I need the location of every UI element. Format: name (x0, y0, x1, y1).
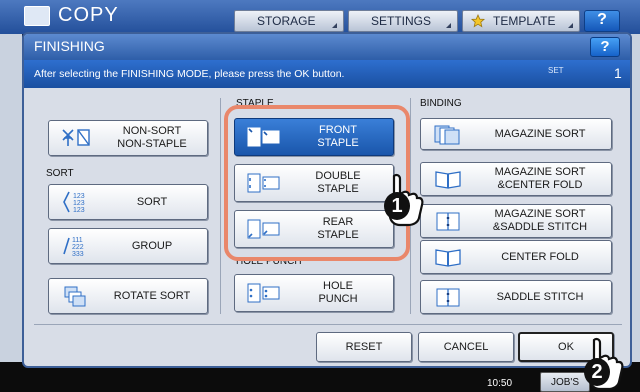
hole-punch-button[interactable]: HOLE PUNCH (234, 274, 394, 312)
help-button-background[interactable]: ? (584, 10, 620, 32)
group-button[interactable]: 111 222 333 GROUP (48, 228, 208, 264)
rotate-sort-label: ROTATE SORT (113, 289, 191, 302)
non-sort-icon (62, 129, 90, 146)
magazine-sort-button[interactable]: MAGAZINE SORT (420, 118, 612, 150)
section-binding: BINDING (420, 98, 462, 109)
saddle-stitch-label: SADDLE STITCH (496, 290, 584, 303)
instruction-message: After selecting the FINISHING MODE, plea… (34, 68, 345, 80)
pointing-hand-callout-1: 1 (382, 172, 424, 228)
rotate-sort-icon (64, 286, 86, 307)
cancel-button[interactable]: CANCEL (418, 332, 514, 362)
book-icon (435, 171, 461, 189)
double-staple-button[interactable]: DOUBLE STAPLE (234, 164, 394, 202)
svg-text:123: 123 (73, 207, 85, 214)
reset-button[interactable]: RESET (316, 332, 412, 362)
center-fold-label: CENTER FOLD (501, 250, 579, 263)
saddle-stitch-button[interactable]: SADDLE STITCH (420, 280, 612, 314)
magazine-sort-label: MAGAZINE SORT (494, 127, 586, 140)
hole-punch-label: HOLE PUNCH (318, 280, 358, 305)
background-left-edge (0, 34, 22, 392)
cancel-label: CANCEL (443, 340, 489, 353)
center-fold-button[interactable]: CENTER FOLD (420, 240, 612, 274)
star-icon (471, 14, 485, 28)
svg-text:333: 333 (72, 251, 84, 258)
section-sort: SORT (46, 168, 74, 179)
center-fold-icon (435, 249, 461, 267)
rear-staple-icon (247, 219, 280, 239)
step-2-badge: 2 (584, 358, 610, 386)
svg-text:222: 222 (72, 244, 84, 251)
dialog-title: FINISHING (34, 38, 105, 54)
copy-icon (24, 6, 50, 26)
svg-text:111: 111 (72, 237, 83, 244)
double-staple-label: DOUBLE STAPLE (315, 170, 361, 195)
tab-template[interactable]: TEMPLATE (462, 10, 580, 32)
dialog-header: FINISHING ? (24, 34, 630, 60)
set-number: 1 (614, 65, 622, 81)
group-icon: 111222333 (63, 237, 84, 258)
saddle-stitch-icon (436, 288, 460, 307)
sort-button[interactable]: 123 123 123 SORT (48, 184, 208, 220)
rear-staple-label: REAR STAPLE (317, 216, 359, 241)
magazine-sort-saddle-stitch-label: MAGAZINE SORT &SADDLE STITCH (492, 208, 588, 233)
rotate-sort-button[interactable]: ROTATE SORT (48, 278, 208, 314)
non-sort-non-staple-button[interactable]: NON-SORT NON-STAPLE (48, 120, 208, 156)
copy-title: COPY (58, 4, 119, 26)
front-staple-button[interactable]: FRONT STAPLE (234, 118, 394, 156)
magazine-sort-icon (434, 125, 460, 145)
tab-storage[interactable]: STORAGE (234, 10, 344, 32)
sort-label: SORT (136, 195, 168, 208)
set-label: SET (548, 66, 564, 75)
rear-staple-button[interactable]: REAR STAPLE (234, 210, 394, 248)
saddle-stitch-icon (436, 212, 460, 231)
magazine-sort-saddle-stitch-button[interactable]: MAGAZINE SORT &SADDLE STITCH (420, 204, 612, 238)
footer-divider (34, 324, 622, 325)
group-label: GROUP (131, 239, 173, 252)
magazine-sort-center-fold-button[interactable]: MAGAZINE SORT &CENTER FOLD (420, 162, 612, 196)
reset-label: RESET (345, 340, 383, 353)
finishing-dialog: FINISHING ? After selecting the FINISHIN… (22, 32, 632, 368)
tab-storage-label: STORAGE (257, 14, 316, 28)
double-staple-icon (247, 173, 280, 193)
front-staple-label: FRONT STAPLE (317, 124, 359, 149)
hole-punch-icon (247, 283, 280, 303)
non-sort-label: NON-SORT NON-STAPLE (117, 125, 187, 150)
pointing-hand-callout-2: 2 (582, 336, 624, 392)
tab-settings[interactable]: SETTINGS (348, 10, 458, 32)
column-divider (220, 98, 221, 314)
help-button[interactable]: ? (590, 37, 620, 57)
magazine-sort-center-fold-label: MAGAZINE SORT &CENTER FOLD (494, 166, 586, 191)
svg-text:123: 123 (73, 200, 85, 207)
svg-text:123: 123 (73, 193, 85, 200)
sort-icon: 123123123 (63, 191, 85, 214)
step-1-badge: 1 (384, 192, 410, 220)
tab-template-label: TEMPLATE (493, 14, 556, 28)
clock: 10:50 (487, 378, 513, 389)
message-bar: After selecting the FINISHING MODE, plea… (24, 60, 630, 88)
front-staple-icon (247, 127, 280, 147)
tab-settings-label: SETTINGS (371, 14, 432, 28)
